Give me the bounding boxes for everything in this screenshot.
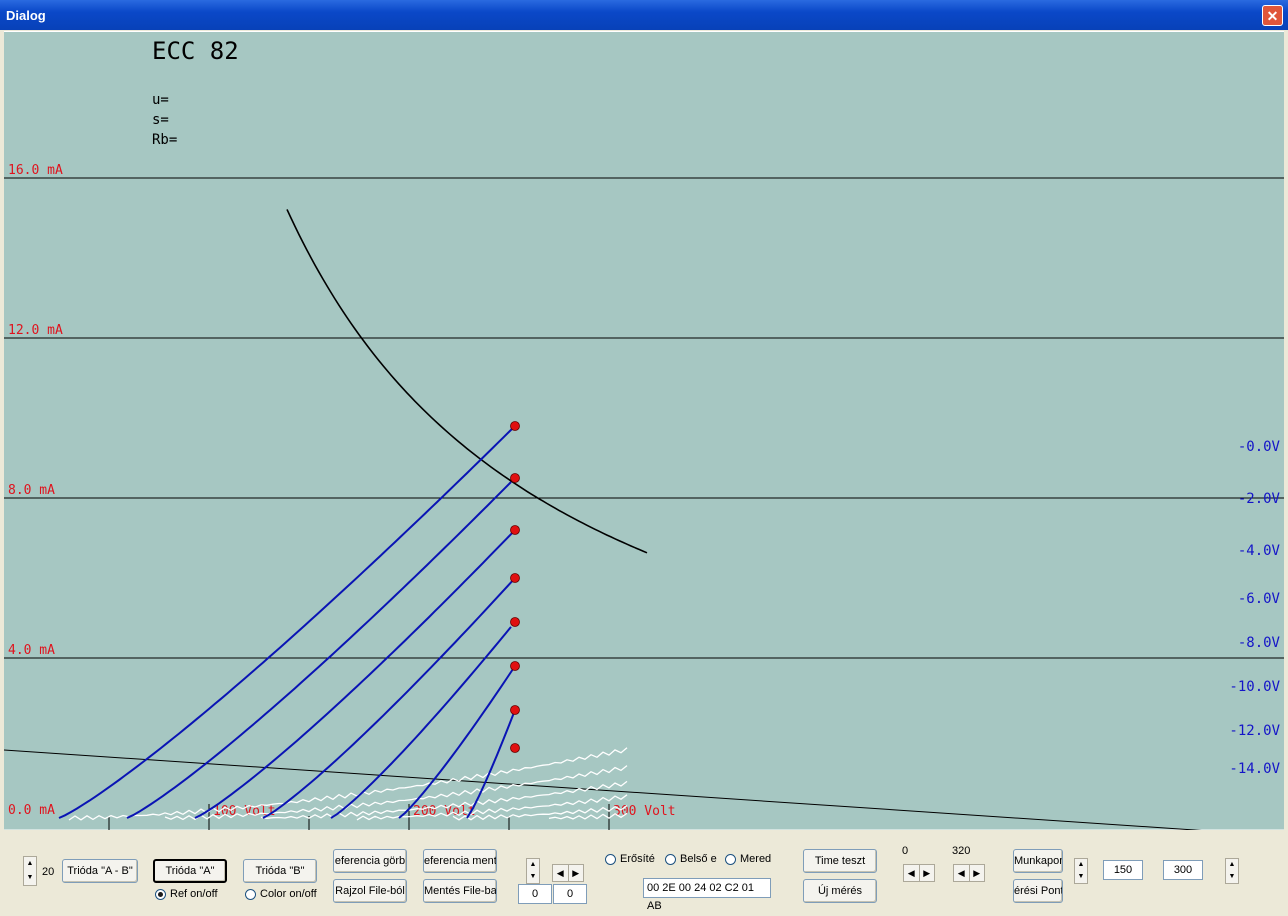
color-toggle-radio[interactable] [245, 889, 256, 900]
referencia-mentes-button[interactable]: eferencia ment [423, 849, 497, 873]
ref-toggle-label: Ref on/off [170, 888, 218, 900]
point-spinner-b[interactable]: ▲ ▼ [1225, 858, 1239, 884]
y-tick-label: 4.0 mA [8, 643, 55, 658]
mentes-file-button[interactable]: Mentés File-ba [423, 879, 497, 903]
rajzol-file-button[interactable]: Rajzol File-ból [333, 879, 407, 903]
series-label: -12.0V [1229, 723, 1280, 739]
reference-curve [68, 747, 628, 821]
value-field-b[interactable]: 0 [553, 884, 587, 904]
belso-radio[interactable] [665, 854, 676, 865]
hex-data-field[interactable]: 00 2E 00 24 02 C2 01 AB [643, 878, 771, 912]
reference-curve [356, 794, 628, 821]
series-label: -10.0V [1229, 679, 1280, 695]
spin-up-icon[interactable]: ▲ [1226, 859, 1238, 871]
arrow-left-icon[interactable]: ◀ [954, 865, 970, 881]
trioda-a-button[interactable]: Trióda "A" [153, 859, 227, 883]
color-toggle-label: Color on/off [260, 888, 317, 900]
y-tick-label: 8.0 mA [8, 483, 55, 498]
curve-endpoint [510, 705, 520, 715]
arrow-right-icon[interactable]: ▶ [569, 865, 584, 881]
meredekseg-radio[interactable] [725, 854, 736, 865]
tube-title: ECC 82 [152, 37, 239, 65]
y-tick-label: 16.0 mA [8, 163, 63, 178]
close-button[interactable]: ✕ [1262, 5, 1283, 26]
spin-down-icon[interactable]: ▼ [24, 871, 36, 885]
arrow-right-icon[interactable]: ▶ [970, 865, 985, 881]
belso-label: Belső e [680, 853, 717, 865]
curve-endpoint [510, 473, 520, 483]
spin-up-icon[interactable]: ▲ [1075, 859, 1087, 871]
horizontal-spinner-min[interactable]: ◀ ▶ [903, 864, 935, 882]
info-line: s= [152, 112, 169, 128]
time-teszt-button[interactable]: Time teszt [803, 849, 877, 873]
horizontal-spinner-a[interactable]: ◀ ▶ [552, 864, 584, 882]
arrow-left-icon[interactable]: ◀ [553, 865, 569, 881]
title-bar: Dialog ✕ [0, 0, 1288, 30]
series-label: -0.0V [1238, 439, 1281, 455]
trioda-b-button[interactable]: Trióda "B" [243, 859, 317, 883]
y-tick-label: 0.0 mA [8, 803, 55, 818]
count-spinner[interactable]: ▲ ▼ [23, 856, 37, 886]
offset-spinner[interactable]: ▲ ▼ [526, 858, 540, 884]
erosites-label: Erősíté [620, 853, 655, 865]
meredekseg-label: Mered [740, 853, 772, 865]
power-hyperbola [286, 209, 648, 554]
characteristic-plot: 0.0 mA 4.0 mA 8.0 mA 12.0 mA 16.0 mA 100 Volt… [4, 31, 1284, 830]
ref-toggle-radio[interactable] [155, 889, 166, 900]
measured-curve [126, 481, 512, 819]
erosites-radio[interactable] [605, 854, 616, 865]
series-label: -2.0V [1238, 491, 1281, 507]
chart-svg: 0.0 mA4.0 mA8.0 mA12.0 mA16.0 mA100 Volt… [4, 37, 1284, 830]
spin-up-icon[interactable]: ▲ [24, 857, 36, 871]
curve-endpoint [510, 573, 520, 583]
curve-endpoint [510, 617, 520, 627]
series-label: -6.0V [1238, 591, 1281, 607]
horizontal-spinner-max[interactable]: ◀ ▶ [953, 864, 985, 882]
meresi-pont-button[interactable]: érési Pont [1013, 879, 1063, 903]
reference-curve [452, 805, 628, 821]
measured-curve [330, 626, 512, 819]
arrow-left-icon[interactable]: ◀ [904, 865, 920, 881]
referencia-gorbe-button[interactable]: eferencia görb [333, 849, 407, 873]
uj-meres-button[interactable]: Új mérés [803, 879, 877, 903]
field-150[interactable]: 150 [1103, 860, 1143, 880]
range-min-label: 0 [902, 845, 909, 857]
arrow-right-icon[interactable]: ▶ [920, 865, 935, 881]
info-line: Rb= [152, 132, 177, 148]
spin-down-icon[interactable]: ▼ [527, 871, 539, 883]
series-label: -8.0V [1238, 635, 1281, 651]
curve-endpoint [510, 525, 520, 535]
range-max-label: 320 [952, 845, 971, 857]
curve-endpoint [510, 743, 520, 753]
field-300[interactable]: 300 [1163, 860, 1203, 880]
spin-up-icon[interactable]: ▲ [527, 859, 539, 871]
curve-endpoint [510, 661, 520, 671]
curve-endpoint [510, 421, 520, 431]
point-spinner-a[interactable]: ▲ ▼ [1074, 858, 1088, 884]
measured-curve [194, 531, 514, 819]
spin-down-icon[interactable]: ▼ [1075, 871, 1087, 883]
window-title: Dialog [6, 8, 46, 23]
y-tick-label: 12.0 mA [8, 323, 63, 338]
munkapont-button[interactable]: Munkapon [1013, 849, 1063, 873]
measured-curve [58, 425, 516, 819]
series-label: -4.0V [1238, 543, 1281, 559]
value-field-a[interactable]: 0 [518, 884, 552, 904]
trioda-ab-button[interactable]: Trióda "A - B" [62, 859, 138, 883]
series-label: -14.0V [1229, 761, 1280, 777]
spin-down-icon[interactable]: ▼ [1226, 871, 1238, 883]
info-line: u= [152, 92, 169, 108]
count-value: 20 [42, 866, 55, 878]
